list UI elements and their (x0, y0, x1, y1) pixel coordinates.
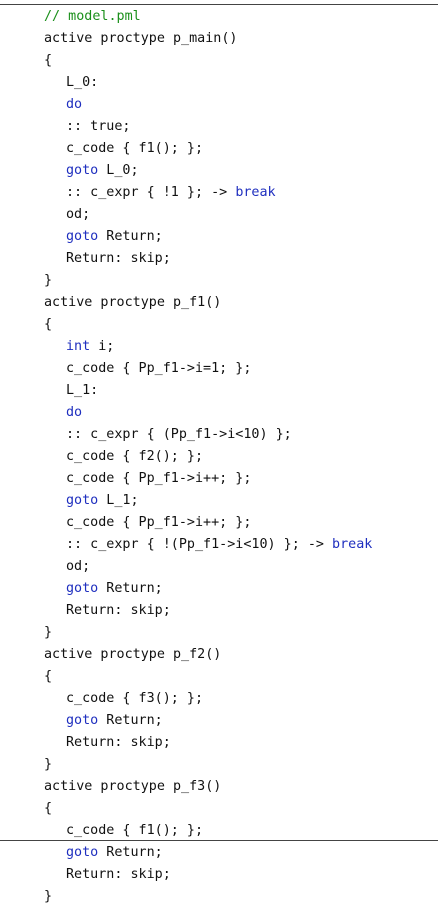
code-token: { (44, 317, 53, 332)
code-line: active proctype p_f1() (44, 292, 372, 314)
code-token: c_code { f1(); }; (66, 141, 204, 156)
code-line: od; (44, 556, 372, 578)
code-listing: // model.pml active proctype p_main() { L_0… (0, 0, 438, 904)
code-token: c_code { Pp_f1->i=1; }; (66, 361, 252, 376)
code-token: Return; (98, 845, 163, 860)
code-token: Return; (98, 581, 163, 596)
keyword-token: break (332, 537, 373, 552)
code-line: } (44, 270, 372, 292)
code-line: :: c_expr { !1 }; -> break (44, 182, 372, 204)
keyword-token: goto (66, 163, 99, 178)
code-line: int i; (44, 336, 372, 358)
code-token: c_code { f3(); }; (66, 691, 204, 706)
code-line: do (44, 94, 372, 116)
code-token: od; (66, 207, 91, 222)
code-token: Return: skip; (66, 603, 171, 618)
code-line: // model.pml (44, 6, 372, 28)
code-token: Return; (98, 713, 163, 728)
code-line: Return: skip; (44, 248, 372, 270)
code-line: { (44, 798, 372, 820)
code-line: Return: skip; (44, 864, 372, 886)
code-line: c_code { Pp_f1->i++; }; (44, 512, 372, 534)
code-line: :: c_expr { !(Pp_f1->i<10) }; -> break (44, 534, 372, 556)
code-token: L_1: (66, 383, 99, 398)
code-line: goto Return; (44, 710, 372, 732)
code-token: active proctype p_f2() (44, 647, 222, 662)
code-block: // model.pml active proctype p_main() { L_0… (44, 6, 372, 908)
code-token: } (44, 273, 53, 288)
code-token: od; (66, 559, 91, 574)
keyword-token: do (66, 97, 83, 112)
keyword-token: goto (66, 493, 99, 508)
code-line: goto Return; (44, 578, 372, 600)
code-line: { (44, 50, 372, 72)
code-line: do (44, 402, 372, 424)
code-line: c_code { f1(); }; (44, 820, 372, 842)
code-token: active proctype p_f1() (44, 295, 222, 310)
code-token: L_0; (98, 163, 139, 178)
code-token: active proctype p_f3() (44, 779, 222, 794)
code-token: :: c_expr { (Pp_f1->i<10) }; (66, 427, 292, 442)
code-token: i; (90, 339, 115, 354)
code-line: c_code { f1(); }; (44, 138, 372, 160)
code-token: c_code { f1(); }; (66, 823, 204, 838)
code-line: L_1: (44, 380, 372, 402)
code-line: goto L_1; (44, 490, 372, 512)
code-token: :: true; (66, 119, 131, 134)
code-line: c_code { f3(); }; (44, 688, 372, 710)
code-line: active proctype p_f3() (44, 776, 372, 798)
code-line: { (44, 666, 372, 688)
bottom-rule (0, 840, 438, 841)
code-token: Return: skip; (66, 251, 171, 266)
code-line: c_code { Pp_f1->i++; }; (44, 468, 372, 490)
top-rule (0, 4, 438, 5)
code-token: Return; (98, 229, 163, 244)
code-token: } (44, 889, 53, 904)
keyword-token: int (66, 339, 91, 354)
code-token: c_code { Pp_f1->i++; }; (66, 471, 252, 486)
keyword-token: goto (66, 229, 99, 244)
keyword-token: goto (66, 845, 99, 860)
code-token: :: c_expr { !(Pp_f1->i<10) }; -> (66, 537, 333, 552)
code-token: L_0: (66, 75, 99, 90)
code-line: goto Return; (44, 842, 372, 864)
code-line: Return: skip; (44, 732, 372, 754)
code-line: L_0: (44, 72, 372, 94)
code-token: Return: skip; (66, 867, 171, 882)
code-line: active proctype p_f2() (44, 644, 372, 666)
code-line: { (44, 314, 372, 336)
code-line: c_code { f2(); }; (44, 446, 372, 468)
keyword-token: goto (66, 713, 99, 728)
code-line: c_code { Pp_f1->i=1; }; (44, 358, 372, 380)
code-token: Return: skip; (66, 735, 171, 750)
code-token: { (44, 669, 53, 684)
code-token: active proctype p_main() (44, 31, 238, 46)
code-line: Return: skip; (44, 600, 372, 622)
code-token: } (44, 757, 53, 772)
comment-token: // model.pml (44, 9, 141, 24)
code-line: active proctype p_main() (44, 28, 372, 50)
code-line: :: true; (44, 116, 372, 138)
keyword-token: goto (66, 581, 99, 596)
code-line: } (44, 886, 372, 908)
code-token: { (44, 53, 53, 68)
code-token: } (44, 625, 53, 640)
code-token: :: c_expr { !1 }; -> (66, 185, 236, 200)
code-line: goto Return; (44, 226, 372, 248)
code-token: c_code { f2(); }; (66, 449, 204, 464)
code-line: od; (44, 204, 372, 226)
keyword-token: do (66, 405, 83, 420)
code-token: { (44, 801, 53, 816)
keyword-token: break (235, 185, 276, 200)
code-line: goto L_0; (44, 160, 372, 182)
code-line: :: c_expr { (Pp_f1->i<10) }; (44, 424, 372, 446)
code-line: } (44, 622, 372, 644)
code-token: c_code { Pp_f1->i++; }; (66, 515, 252, 530)
code-line: } (44, 754, 372, 776)
code-token: L_1; (98, 493, 139, 508)
